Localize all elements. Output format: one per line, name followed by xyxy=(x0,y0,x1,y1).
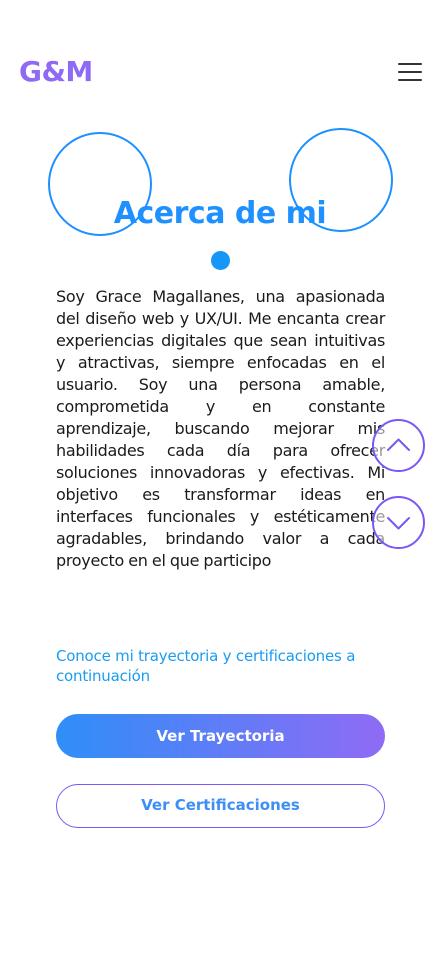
bio-text: Soy Grace Magallanes, una apasionada del… xyxy=(56,287,385,570)
cta-text: Conoce mi trayectoria y certificaciones … xyxy=(56,647,356,685)
decorative-dot xyxy=(211,251,230,270)
ver-trayectoria-button[interactable]: Ver Trayectoria xyxy=(56,714,385,758)
page-title: Acerca de mi xyxy=(113,196,327,232)
hamburger-icon[interactable] xyxy=(396,61,424,83)
chevron-down-icon xyxy=(387,517,410,530)
logo[interactable]: G&M xyxy=(19,54,93,90)
scroll-up-button[interactable] xyxy=(372,419,425,472)
chevron-up-icon xyxy=(387,438,410,451)
scroll-down-button[interactable] xyxy=(372,496,425,549)
ver-certificaciones-button[interactable]: Ver Certificaciones xyxy=(56,784,385,828)
